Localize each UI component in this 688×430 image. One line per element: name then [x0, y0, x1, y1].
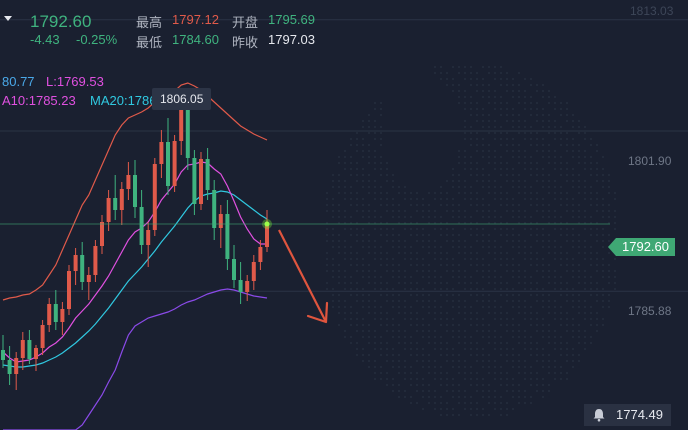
candle-body — [100, 222, 104, 246]
candle-body — [86, 275, 91, 282]
open-label: 开盘 — [232, 15, 259, 30]
high-tooltip: 1806.05 — [152, 88, 212, 110]
candle-body — [232, 259, 236, 280]
bottom-price-value: 1774.49 — [616, 407, 663, 422]
candle-body — [119, 189, 124, 210]
boll-lower-band — [3, 288, 268, 430]
candle-body — [258, 247, 263, 262]
candle-body — [20, 340, 25, 358]
candle-body — [133, 175, 137, 207]
prev-close-label: 昨收 — [232, 35, 259, 50]
boll-upper-readout: 80.77 — [2, 74, 35, 89]
candle-body — [73, 255, 78, 271]
low-label: 最低 — [136, 35, 163, 50]
price-alert-box[interactable]: 1774.49 — [584, 404, 671, 426]
boll-lower-readout: L:1769.53 — [46, 74, 104, 89]
candle-body — [80, 255, 85, 282]
candle-body — [238, 280, 243, 292]
ma10-readout: A10:1785.23 — [2, 93, 76, 108]
candlesticks — [1, 89, 269, 390]
high-value: 1797.12 — [172, 12, 219, 27]
candle-body — [126, 175, 131, 189]
world-map-background — [326, 66, 616, 416]
candle-body — [93, 246, 98, 275]
candle-body — [245, 281, 250, 292]
candle-body — [53, 304, 58, 322]
candle-body — [7, 360, 12, 374]
y-axis-label: 1801.90 — [628, 154, 672, 168]
candle-body — [166, 142, 170, 186]
y-axis-label: 1785.88 — [628, 304, 672, 318]
last-price-dot — [264, 221, 270, 227]
symbol-dropdown-icon[interactable] — [4, 16, 12, 21]
trend-arrow — [278, 229, 329, 324]
candle-body — [218, 214, 223, 228]
last-price-line — [0, 219, 610, 229]
candle-body — [34, 348, 38, 359]
candle-body — [172, 141, 177, 186]
price-change-percent: -0.25% — [76, 32, 118, 47]
candle-body — [146, 230, 151, 245]
candle-body — [47, 304, 52, 325]
candle-body — [60, 309, 65, 322]
candle-body — [205, 159, 210, 190]
arrow-shaft — [278, 229, 327, 323]
candle-body — [199, 159, 203, 204]
candle-body — [159, 142, 164, 164]
candle-body — [113, 198, 118, 210]
candle-body — [225, 214, 230, 259]
high-label: 最高 — [136, 15, 163, 30]
price-change: -4.43 — [30, 32, 60, 47]
candle-body — [40, 325, 45, 348]
candle-body — [1, 350, 5, 360]
candle-body — [251, 262, 256, 281]
candle-body — [27, 340, 32, 359]
current-price-tag: 1792.60 — [608, 238, 675, 256]
candle-body — [139, 207, 144, 245]
current-price: 1792.60 — [30, 12, 92, 31]
candle-body — [192, 158, 197, 204]
grid-lines — [0, 19, 688, 292]
candle-body — [14, 358, 19, 374]
low-value: 1784.60 — [172, 32, 219, 47]
chart-canvas[interactable] — [0, 0, 688, 430]
boll-lower-path — [3, 288, 268, 430]
candle-body — [106, 198, 111, 222]
bell-icon[interactable] — [592, 408, 606, 422]
open-value: 1795.69 — [268, 12, 315, 27]
candle-body — [67, 271, 71, 309]
candle-body — [152, 164, 157, 230]
y-axis-top-label: 1813.03 — [630, 4, 674, 18]
prev-close-value: 1797.03 — [268, 32, 315, 47]
candle-body — [212, 190, 217, 228]
